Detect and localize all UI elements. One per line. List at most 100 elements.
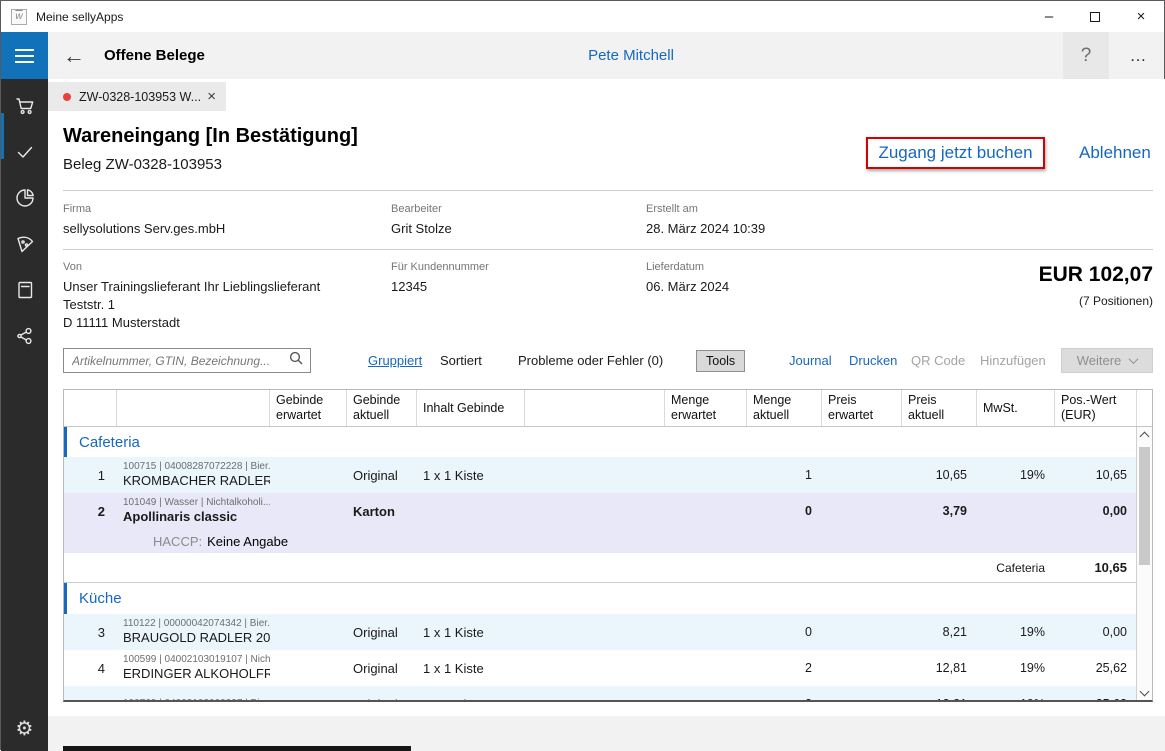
pie-chart-icon xyxy=(14,187,36,214)
table-scrollbar[interactable] xyxy=(1136,427,1152,701)
row-number: 2 xyxy=(64,493,117,529)
unsaved-dot-icon xyxy=(63,93,71,101)
sidebar-item-reports[interactable] xyxy=(1,177,48,223)
erstellt-am-label: Erstellt am xyxy=(646,203,698,215)
erstellt-am-value: 28. März 2024 10:39 xyxy=(646,220,765,238)
window-title: Meine sellyApps xyxy=(36,10,123,24)
cell-preis-aktuell: 3,79 xyxy=(902,493,977,529)
minimize-button[interactable]: – xyxy=(1026,1,1072,32)
cell-mwst: 19% xyxy=(977,457,1055,493)
scroll-down-icon[interactable] xyxy=(1140,687,1150,697)
scroll-up-icon[interactable] xyxy=(1140,432,1150,442)
search-icon xyxy=(289,351,303,370)
table-header: Gebinde erwartet Gebinde aktuell Inhalt … xyxy=(64,390,1152,427)
app-icon: w xyxy=(11,9,27,25)
cell-mwst xyxy=(977,493,1055,529)
back-button[interactable]: ← xyxy=(59,32,89,79)
haccp-value: Keine Angabe xyxy=(207,534,288,549)
cell-spacer xyxy=(525,650,665,686)
sorted-view-link[interactable]: Sortiert xyxy=(440,353,482,368)
bearbeiter-label: Bearbeiter xyxy=(391,203,442,215)
group-header-kueche: Küche xyxy=(64,583,1137,614)
table-row[interactable]: 1 100715 | 04008287072228 | Bier... KROM… xyxy=(64,457,1137,493)
document-tab[interactable]: ZW-0328-103953 W... × xyxy=(48,82,226,111)
article-search xyxy=(63,348,311,373)
more-options-button[interactable]: … xyxy=(1117,32,1161,79)
header-spacer xyxy=(525,390,665,426)
tools-button[interactable]: Tools xyxy=(696,350,745,372)
sidebar-item-cart[interactable] xyxy=(1,85,48,131)
help-button[interactable]: ? xyxy=(1063,32,1109,79)
more-actions-label: Weitere xyxy=(1077,353,1122,368)
lieferdatum-value: 06. März 2024 xyxy=(646,278,729,296)
maximize-icon xyxy=(1090,12,1100,22)
cell-inhalt-gebinde: 1 x 1 Kiste xyxy=(417,457,525,493)
search-input[interactable] xyxy=(64,354,289,368)
cell-mwst: 19% xyxy=(977,614,1055,650)
table-row[interactable]: 4 100599 | 04002103019107 | Nich... ERDI… xyxy=(64,650,1137,686)
row-number: 4 xyxy=(64,650,117,686)
cell-menge-erwartet xyxy=(665,686,747,702)
cell-pos-wert: 25,62 xyxy=(1055,686,1137,702)
tab-close-icon[interactable]: × xyxy=(207,88,216,105)
grouped-view-link[interactable]: Gruppiert xyxy=(368,353,422,368)
total-amount: EUR 102,07 xyxy=(1039,263,1153,287)
sidebar-item-catalog[interactable] xyxy=(1,269,48,315)
cell-inhalt-gebinde: 1 x 1 Kiste xyxy=(417,614,525,650)
taskbar-edge xyxy=(63,746,411,751)
problems-link[interactable]: Probleme oder Fehler (0) xyxy=(518,353,663,368)
sidebar-item-approvals[interactable] xyxy=(1,131,48,177)
group-header-cafeteria: Cafeteria xyxy=(64,427,1137,457)
von-label: Von xyxy=(63,261,82,273)
table-row[interactable]: 5 100769 | 04002103000037 | Bier... Orig… xyxy=(64,686,1137,702)
qr-code-link[interactable]: QR Code xyxy=(911,353,965,368)
haccp-label: HACCP: xyxy=(153,534,202,549)
close-button[interactable]: × xyxy=(1118,1,1164,32)
sidebar-item-food[interactable] xyxy=(1,223,48,269)
book-icon xyxy=(14,279,36,306)
cell-menge-aktuell: 2 xyxy=(747,686,822,702)
article-name: ERDINGER ALKOHOLFR 2... xyxy=(123,666,270,682)
article-id: 100769 | 04002103000037 | Bier... xyxy=(123,698,270,702)
subtotal-value: 10,65 xyxy=(1055,553,1137,582)
cell-gebinde-erwartet xyxy=(270,614,347,650)
cell-pos-wert: 10,65 xyxy=(1055,457,1137,493)
user-name-link[interactable]: Pete Mitchell xyxy=(541,32,721,79)
scrollbar-thumb[interactable] xyxy=(1139,447,1150,565)
cell-gebinde-aktuell: Original xyxy=(347,614,417,650)
share-network-icon xyxy=(14,325,36,352)
article-id: 101049 | Wasser | Nichtalkoholi... xyxy=(123,497,270,509)
sidebar-item-share[interactable] xyxy=(1,315,48,361)
hamburger-menu-button[interactable] xyxy=(1,32,48,79)
app-header: ← Offene Belege Pete Mitchell ? … xyxy=(1,32,1164,79)
haccp-row: HACCP: Keine Angabe xyxy=(64,529,1137,553)
table-body: Cafeteria 1 100715 | 04008287072228 | Bi… xyxy=(64,427,1137,702)
firma-label: Firma xyxy=(63,203,91,215)
cell-menge-aktuell: 2 xyxy=(747,650,822,686)
page-title: Offene Belege xyxy=(104,32,205,79)
table-row[interactable]: 3 110122 | 00000042074342 | Bier... BRAU… xyxy=(64,614,1137,650)
cell-menge-erwartet xyxy=(665,650,747,686)
cell-gebinde-aktuell: Original xyxy=(347,686,417,702)
sidebar: ⚙ xyxy=(1,79,48,751)
positions-count: (7 Positionen) xyxy=(1079,294,1153,308)
print-link[interactable]: Drucken xyxy=(849,353,897,368)
article-cell: 100715 | 04008287072228 | Bier... KROMBA… xyxy=(117,457,270,493)
table-row[interactable]: 2 101049 | Wasser | Nichtalkoholi... Apo… xyxy=(64,493,1137,529)
maximize-button[interactable] xyxy=(1072,1,1118,32)
cell-gebinde-aktuell: Karton xyxy=(347,493,417,529)
header-pos-wert: Pos.-Wert (EUR) xyxy=(1055,390,1137,426)
cell-gebinde-erwartet xyxy=(270,650,347,686)
add-link[interactable]: Hinzufügen xyxy=(980,353,1046,368)
cell-preis-aktuell: 8,21 xyxy=(902,614,977,650)
sidebar-item-settings[interactable]: ⚙ xyxy=(1,705,48,751)
article-id: 110122 | 00000042074342 | Bier... xyxy=(123,618,270,630)
header-preis-erwartet: Preis erwartet xyxy=(822,390,902,426)
cart-icon xyxy=(14,95,36,122)
more-actions-button[interactable]: Weitere xyxy=(1061,348,1153,373)
article-name: KROMBACHER RADLER 2... xyxy=(123,473,270,489)
reject-button[interactable]: Ablehnen xyxy=(1079,143,1151,163)
book-receipt-button[interactable]: Zugang jetzt buchen xyxy=(866,137,1045,169)
cell-spacer xyxy=(525,493,665,529)
journal-link[interactable]: Journal xyxy=(789,353,832,368)
